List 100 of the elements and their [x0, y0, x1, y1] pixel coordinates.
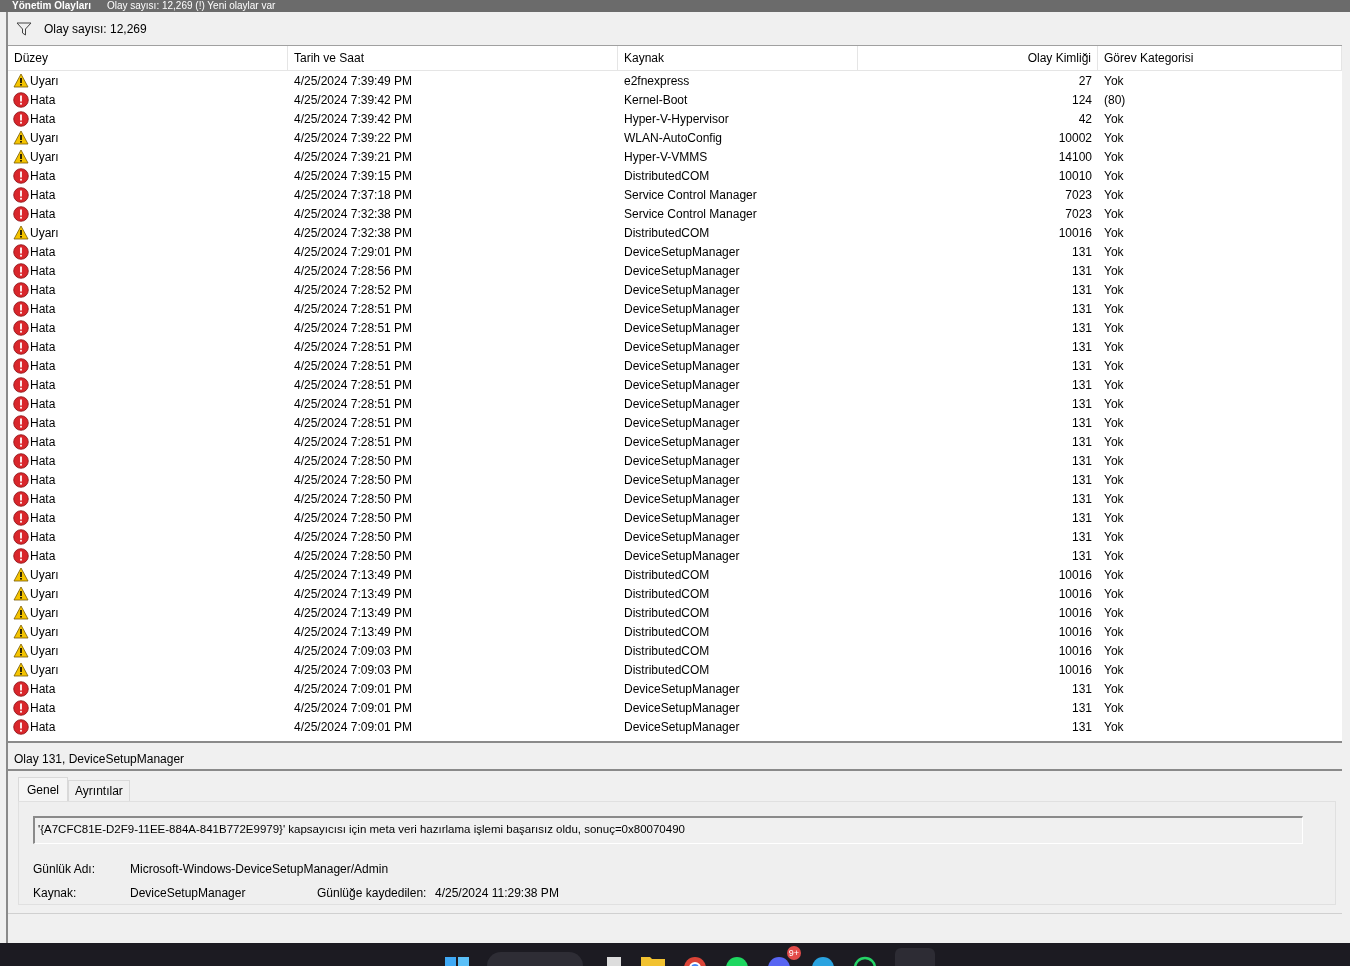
error-icon	[13, 414, 29, 431]
error-icon	[13, 186, 29, 203]
level-cell-text: Hata	[30, 186, 56, 204]
source-cell: DeviceSetupManager	[624, 453, 740, 468]
warning-icon	[13, 567, 29, 582]
level-cell-text: Hata	[30, 262, 56, 280]
source-cell: DistributedCOM	[624, 225, 710, 240]
date-cell: 4/25/2024 7:09:01 PM	[294, 700, 413, 715]
date-cell: 4/25/2024 7:13:49 PM	[294, 567, 413, 582]
event-id-cell-text: 131	[1071, 547, 1092, 565]
level-cell-text: Uyarı	[30, 566, 59, 584]
column-header[interactable]: Tarih ve Saat	[288, 46, 618, 70]
source-cell: DeviceSetupManager	[624, 282, 740, 297]
level-cell-text: Uyarı	[30, 661, 59, 679]
category-cell: Yok	[1104, 529, 1124, 544]
error-icon	[13, 509, 29, 526]
source-cell: DistributedCOM	[624, 567, 710, 582]
source-cell: WLAN-AutoConfig	[624, 130, 723, 145]
browser-icon[interactable]	[683, 956, 707, 966]
column-header[interactable]: Olay Kimliği	[858, 46, 1098, 70]
source-cell: DeviceSetupManager	[624, 301, 740, 316]
source-cell: DistributedCOM	[624, 643, 710, 658]
source-cell: DeviceSetupManager	[624, 415, 740, 430]
source-cell: DistributedCOM	[624, 168, 710, 183]
source-cell: DeviceSetupManager	[624, 472, 740, 487]
source-cell: DistributedCOM	[624, 662, 710, 677]
source-cell: Hyper-V-VMMS	[624, 149, 708, 164]
source-cell: DeviceSetupManager	[624, 263, 740, 278]
source-cell: DeviceSetupManager	[624, 339, 740, 354]
category-cell: Yok	[1104, 605, 1124, 620]
level-cell-text: Hata	[30, 376, 56, 394]
level-cell-text: Hata	[30, 414, 56, 432]
category-cell: Yok	[1104, 225, 1124, 240]
column-header[interactable]: Düzey	[8, 46, 288, 70]
event-id-cell-text: 131	[1071, 452, 1092, 470]
date-cell: 4/25/2024 7:09:01 PM	[294, 681, 413, 696]
event-id-cell-text: 42	[1078, 110, 1092, 128]
field-label: Günlük Adı:	[33, 861, 97, 878]
event-id-cell-text: 14100	[1058, 148, 1092, 166]
error-icon	[13, 357, 29, 374]
date-cell: 4/25/2024 7:28:50 PM	[294, 453, 413, 468]
source-cell: DeviceSetupManager	[624, 719, 740, 734]
category-cell: Yok	[1104, 149, 1124, 164]
window-title: Yönetim Olayları	[12, 1, 91, 11]
level-cell-text: Uyarı	[30, 72, 59, 90]
details-tab[interactable]: Genel	[18, 777, 69, 801]
category-cell: Yok	[1104, 377, 1124, 392]
level-cell-text: Hata	[30, 243, 56, 261]
category-cell: Yok	[1104, 491, 1124, 506]
level-cell-text: Hata	[30, 528, 56, 546]
category-cell: Yok	[1104, 700, 1124, 715]
date-cell: 4/25/2024 7:13:49 PM	[294, 605, 413, 620]
level-cell-text: Hata	[30, 471, 56, 489]
event-id-cell-text: 10016	[1058, 661, 1092, 679]
source-cell: DistributedCOM	[624, 586, 710, 601]
event-id-cell-text: 131	[1071, 243, 1092, 261]
event-id-cell-text: 131	[1071, 490, 1092, 508]
event-id-cell-text: 131	[1071, 319, 1092, 337]
warning-icon	[13, 149, 29, 164]
event-id-cell-text: 131	[1071, 262, 1092, 280]
warning-icon	[13, 662, 29, 677]
error-icon	[13, 319, 29, 336]
chat-app-icon[interactable]	[767, 956, 791, 966]
event-id-cell-text: 10016	[1058, 224, 1092, 242]
phone-app-icon[interactable]	[853, 956, 877, 966]
date-cell: 4/25/2024 7:28:51 PM	[294, 415, 413, 430]
date-cell: 4/25/2024 7:39:42 PM	[294, 111, 413, 126]
folder-icon[interactable]	[641, 956, 665, 966]
messenger-icon[interactable]	[811, 956, 835, 966]
column-header[interactable]: Görev Kategorisi	[1098, 46, 1342, 70]
error-icon	[13, 547, 29, 564]
level-cell-text: Hata	[30, 547, 56, 565]
event-id-cell-text: 131	[1071, 414, 1092, 432]
event-id-cell-text: 131	[1071, 281, 1092, 299]
category-cell: Yok	[1104, 320, 1124, 335]
error-icon	[13, 433, 29, 450]
error-icon	[13, 205, 29, 222]
source-cell: DistributedCOM	[624, 624, 710, 639]
event-id-cell-text: 131	[1071, 509, 1092, 527]
column-header[interactable]: Kaynak	[618, 46, 858, 70]
source-cell: Hyper-V-Hypervisor	[624, 111, 729, 126]
windows-start-icon[interactable]	[445, 956, 469, 966]
level-cell-text: Hata	[30, 338, 56, 356]
date-cell: 4/25/2024 7:39:22 PM	[294, 130, 413, 145]
filter-icon[interactable]	[16, 21, 32, 36]
details-tab[interactable]: Ayrıntılar	[68, 780, 130, 801]
music-app-icon[interactable]	[725, 956, 749, 966]
level-cell-text: Uyarı	[30, 604, 59, 622]
field-value: 4/25/2024 11:29:38 PM	[435, 885, 559, 902]
source-cell: DeviceSetupManager	[624, 244, 740, 259]
warning-icon	[13, 73, 29, 88]
event-id-cell-text: 10002	[1058, 129, 1092, 147]
source-cell: DeviceSetupManager	[624, 491, 740, 506]
source-cell: e2fnexpress	[624, 73, 690, 88]
category-cell: Yok	[1104, 662, 1124, 677]
date-cell: 4/25/2024 7:39:15 PM	[294, 168, 413, 183]
level-cell-text: Hata	[30, 167, 56, 185]
date-cell: 4/25/2024 7:39:49 PM	[294, 73, 413, 88]
event-id-cell-text: 10016	[1058, 642, 1092, 660]
field-value: Microsoft-Windows-DeviceSetupManager/Admin	[130, 861, 389, 878]
